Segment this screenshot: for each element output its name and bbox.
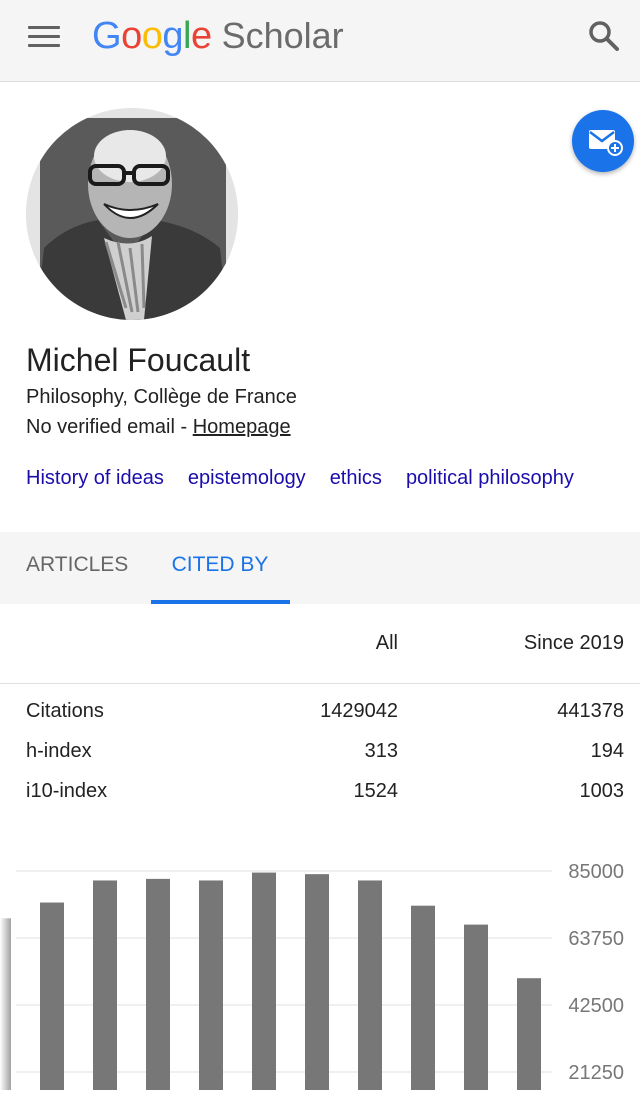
stat-label: Citations (26, 700, 104, 722)
research-interests: History of ideas epistemology ethics politi… (26, 467, 574, 490)
stat-value-all: 313 (364, 740, 398, 762)
stat-value-since: 1003 (579, 780, 625, 802)
table-row: h-index 313 194 (0, 736, 640, 770)
table-row: Citations 1429042 441378 (0, 696, 640, 730)
chart-bar[interactable] (40, 902, 64, 1092)
table-row: i10-index 1524 1003 (0, 776, 640, 810)
y-tick-label: 42500 (568, 995, 624, 1017)
chart-bar[interactable] (146, 878, 170, 1092)
logo-letter: o (141, 14, 163, 57)
search-icon[interactable] (584, 16, 624, 56)
tab-articles[interactable]: ARTICLES (26, 532, 128, 604)
chart-bar[interactable] (517, 978, 541, 1092)
stat-value-all: 1524 (353, 780, 399, 802)
citations-bar-chart: 85000 63750 42500 21250 (0, 840, 624, 1092)
chart-bar[interactable] (252, 872, 276, 1092)
stat-value-all: 1429042 (320, 700, 398, 722)
logo-letter: G (92, 14, 122, 57)
profile-email-line: No verified email - Homepage (26, 416, 291, 439)
profile-name: Michel Foucault (26, 342, 251, 378)
hamburger-menu-icon[interactable] (28, 24, 62, 50)
interest-link[interactable]: ethics (330, 467, 382, 489)
stat-value-since: 441378 (557, 700, 624, 722)
logo-letter: o (121, 14, 142, 57)
profile-avatar (26, 108, 238, 320)
follow-email-button[interactable] (572, 110, 634, 172)
y-tick-label: 21250 (568, 1062, 624, 1084)
logo-letter: l (182, 14, 191, 57)
chart-bar[interactable] (93, 880, 117, 1092)
citations-chart: 85000 63750 42500 21250 (0, 840, 640, 1092)
chart-bar[interactable] (305, 874, 329, 1092)
chart-bar[interactable] (464, 924, 488, 1092)
y-tick-label: 85000 (568, 861, 624, 883)
tab-cited-by[interactable]: CITED BY (150, 532, 290, 604)
stat-label: h-index (26, 740, 92, 762)
google-scholar-logo[interactable]: Google Scholar (92, 10, 344, 62)
column-header-since: Since 2019 (523, 632, 624, 654)
logo-letter: e (190, 14, 212, 57)
interest-link[interactable]: History of ideas (26, 467, 164, 489)
logo-letter: g (162, 14, 183, 57)
chart-fade-edge (0, 840, 16, 1090)
email-status-text: No verified email - (26, 416, 193, 438)
stats-header: All Since 2019 (0, 604, 640, 684)
tab-bar: ARTICLES CITED BY (0, 532, 640, 604)
profile-affiliation: Philosophy, Collège de France (26, 386, 297, 408)
interest-link[interactable]: political philosophy (406, 467, 574, 489)
column-header-all: All (375, 632, 398, 654)
logo-google-text: Google (92, 15, 212, 58)
y-tick-label: 63750 (568, 928, 624, 950)
profile-section: Michel Foucault Philosophy, Collège de F… (0, 82, 640, 532)
homepage-link[interactable]: Homepage (193, 416, 291, 438)
top-app-bar: Google Scholar (0, 0, 640, 82)
interest-link[interactable]: epistemology (188, 467, 306, 489)
stat-value-since: 194 (590, 740, 624, 762)
chart-bar[interactable] (358, 880, 382, 1092)
chart-bar[interactable] (199, 880, 223, 1092)
email-follow-icon (589, 130, 623, 156)
logo-scholar-text: Scholar (221, 15, 344, 56)
stat-label: i10-index (26, 780, 108, 802)
chart-bar[interactable] (411, 905, 435, 1092)
